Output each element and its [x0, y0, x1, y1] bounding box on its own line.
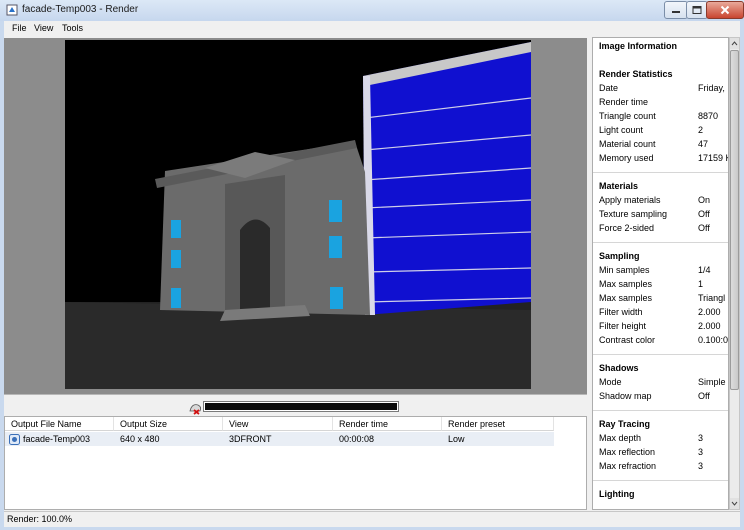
info-value: Off: [698, 209, 710, 219]
menu-view[interactable]: View: [34, 23, 53, 33]
info-label: Max reflection: [599, 447, 656, 457]
cell-output-size: 640 x 480: [120, 434, 160, 444]
info-label: Texture sampling: [599, 209, 668, 219]
info-label: Memory used: [599, 153, 654, 163]
scroll-up-arrow[interactable]: [730, 38, 739, 49]
info-section-heading: Lighting: [599, 489, 635, 499]
info-separator: [593, 480, 728, 481]
info-label: Apply materials: [599, 195, 661, 205]
info-label: Max samples: [599, 279, 653, 289]
render-progress-bar: [203, 401, 399, 412]
info-separator: [593, 354, 728, 355]
info-section-heading: Shadows: [599, 363, 639, 373]
info-section-heading: Materials: [599, 181, 639, 191]
info-value: 2.000: [698, 321, 721, 331]
info-label: Force 2-sided: [599, 223, 655, 233]
table-row[interactable]: facade-Temp003 640 x 480 3DFRONT 00:00:0…: [5, 432, 554, 446]
info-panel-title: Image Information: [599, 41, 678, 51]
col-header-output-size[interactable]: Output Size: [114, 417, 223, 431]
minimize-icon: [672, 11, 680, 13]
info-separator: [593, 242, 728, 243]
maximize-icon: [692, 6, 702, 14]
info-separator: [593, 410, 728, 411]
menu-file[interactable]: File: [12, 23, 27, 33]
info-label: Max samples: [599, 293, 653, 303]
info-scrollbar[interactable]: [729, 37, 740, 510]
render-app-icon: [6, 4, 18, 16]
status-bar: Render: 100.0%: [4, 511, 740, 527]
col-header-render-preset[interactable]: Render preset: [442, 417, 554, 431]
chevron-up-icon: [731, 41, 738, 46]
col-header-output-file-name[interactable]: Output File Name: [5, 417, 114, 431]
info-value: 2.000: [698, 307, 721, 317]
close-icon: [720, 5, 730, 15]
scrollbar-thumb[interactable]: [730, 50, 739, 390]
status-text: Render: 100.0%: [7, 514, 73, 524]
chevron-down-icon: [731, 501, 738, 506]
info-value: Friday,: [698, 83, 725, 93]
info-label: Contrast color: [599, 335, 656, 345]
info-label: Render time: [599, 97, 649, 107]
cell-render-preset: Low: [448, 434, 465, 444]
info-label: Max refraction: [599, 461, 657, 471]
close-button[interactable]: [706, 1, 744, 19]
info-label: Mode: [599, 377, 622, 387]
info-label: Filter width: [599, 307, 643, 317]
info-value: 8870: [698, 111, 719, 121]
info-label: Min samples: [599, 265, 650, 275]
image-information-panel: Image Information Render Statistics Date F…: [592, 37, 729, 510]
maximize-button[interactable]: [686, 1, 708, 19]
progress-area: [4, 394, 587, 417]
info-label: Max depth: [599, 433, 642, 443]
render-window: facade-Temp003 - Render File View Tools: [0, 0, 744, 530]
window-title: facade-Temp003 - Render: [22, 4, 139, 15]
cell-output-file-name: facade-Temp003: [23, 434, 91, 444]
minimize-button[interactable]: [664, 1, 688, 19]
info-value: 3: [698, 447, 704, 457]
info-value: Off: [698, 223, 710, 233]
info-value: 47: [698, 139, 709, 149]
info-value: 3: [698, 461, 704, 471]
info-value: 3: [698, 433, 704, 443]
info-value: 0.100:0: [698, 335, 729, 345]
info-value: Simple: [698, 377, 726, 387]
info-value: Triangl: [698, 293, 726, 303]
col-header-render-time[interactable]: Render time: [333, 417, 442, 431]
menu-tools[interactable]: Tools: [62, 23, 83, 33]
info-label: Light count: [599, 125, 644, 135]
info-value: 2: [698, 125, 704, 135]
info-label: Shadow map: [599, 391, 652, 401]
info-label: Filter height: [599, 321, 647, 331]
info-separator: [593, 172, 728, 173]
info-label: Triangle count: [599, 111, 656, 121]
progress-fill: [205, 403, 397, 410]
info-value: Off: [698, 391, 710, 401]
info-value: On: [698, 195, 711, 205]
info-section-heading: Ray Tracing: [599, 419, 651, 429]
render-progress-icon: [189, 404, 202, 415]
cell-render-time: 00:00:08: [339, 434, 375, 444]
rendered-image: [65, 40, 531, 389]
info-value: 1: [698, 279, 704, 289]
info-label: Date: [599, 83, 619, 93]
title-bar: facade-Temp003 - Render: [0, 0, 744, 21]
info-section-heading: Sampling: [599, 251, 640, 261]
output-table: Output File Name Output Size View Render…: [4, 416, 587, 510]
info-section-heading: Render Statistics: [599, 69, 673, 79]
scroll-down-arrow[interactable]: [730, 498, 739, 509]
menu-bar: File View Tools: [4, 21, 740, 36]
col-header-view[interactable]: View: [223, 417, 333, 431]
info-label: Material count: [599, 139, 656, 149]
info-value: 17159 K: [698, 153, 729, 163]
info-value: 1/4: [698, 265, 711, 275]
cell-view: 3DFRONT: [229, 434, 272, 444]
